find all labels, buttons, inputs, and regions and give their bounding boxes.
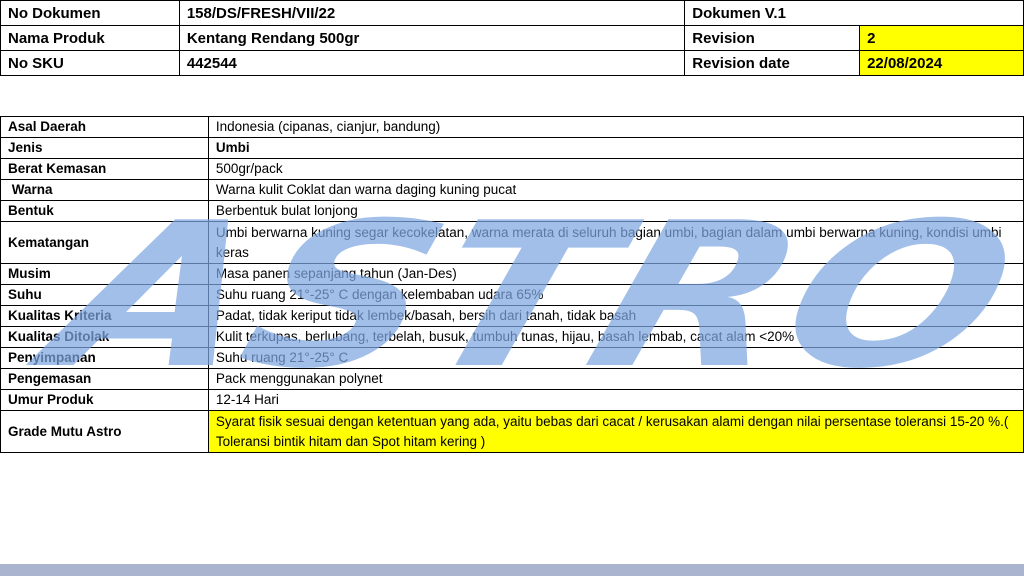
spec-value: Pack menggunakan polynet (207, 368, 1024, 390)
spec-value: Warna kulit Coklat dan warna daging kuni… (207, 179, 1024, 201)
spec-value: Suhu ruang 21°-25° C dengan kelembaban u… (207, 284, 1024, 306)
revision-date-value: 22/08/2024 (859, 50, 1024, 76)
spec-label: Penyimpanan (0, 347, 209, 369)
spec-row: Umur Produk 12-14 Hari (0, 389, 1024, 411)
spec-row: Musim Masa panen sepanjang tahun (Jan-Des… (0, 263, 1024, 285)
spec-label: Warna (0, 179, 209, 201)
bottom-bar (0, 564, 1024, 576)
spec-value: Padat, tidak keriput tidak lembek/basah,… (207, 305, 1024, 327)
spec-label: Asal Daerah (0, 116, 209, 138)
spec-label: Kematangan (0, 221, 209, 264)
spec-value: Syarat fisik sesuai dengan ketentuan yan… (207, 410, 1024, 453)
spec-row: Bentuk Berbentuk bulat lonjong (0, 200, 1024, 222)
spec-value: Kulit terkupas, berlubang, terbelah, bus… (207, 326, 1024, 348)
spec-row: Penyimpanan Suhu ruang 21°-25° C (0, 347, 1024, 369)
doc-no-value: 158/DS/FRESH/VII/22 (178, 0, 686, 26)
spec-row: Pengemasan Pack menggunakan polynet (0, 368, 1024, 390)
sku-value: 442544 (178, 50, 686, 76)
spec-value: 500gr/pack (207, 158, 1024, 180)
header-row: No SKU 442544 Revision date 22/08/2024 (0, 50, 1024, 76)
sku-label: No SKU (0, 50, 180, 76)
spec-value: Suhu ruang 21°-25° C (207, 347, 1024, 369)
doc-version: Dokumen V.1 (684, 0, 1024, 26)
product-label: Nama Produk (0, 25, 180, 51)
spec-value: Umbi (207, 137, 1024, 159)
spec-value: Umbi berwarna kuning segar kecokelatan, … (207, 221, 1024, 264)
header-row: No Dokumen 158/DS/FRESH/VII/22 Dokumen V… (0, 0, 1024, 26)
revision-value: 2 (859, 25, 1024, 51)
revision-date-label: Revision date (684, 50, 861, 76)
spec-label: Kualitas Ditolak (0, 326, 209, 348)
spec-value: Berbentuk bulat lonjong (207, 200, 1024, 222)
spec-row: Kualitas Kriteria Padat, tidak keriput ti… (0, 305, 1024, 327)
spec-value: 12-14 Hari (207, 389, 1024, 411)
spec-label: Umur Produk (0, 389, 209, 411)
spec-label: Grade Mutu Astro (0, 410, 209, 453)
spec-row: Asal Daerah Indonesia (cipanas, cianjur, … (0, 116, 1024, 138)
spec-row: Kematangan Umbi berwarna kuning segar kec… (0, 221, 1024, 264)
doc-no-label: No Dokumen (0, 0, 180, 26)
spec-label: Musim (0, 263, 209, 285)
header-row: Nama Produk Kentang Rendang 500gr Revisi… (0, 25, 1024, 51)
spec-row: Grade Mutu Astro Syarat fisik sesuai deng… (0, 410, 1024, 453)
spec-row: Warna Warna kulit Coklat dan warna daging… (0, 179, 1024, 201)
spec-value: Masa panen sepanjang tahun (Jan-Des) (207, 263, 1024, 285)
spec-row: Berat Kemasan 500gr/pack (0, 158, 1024, 180)
spec-value: Indonesia (cipanas, cianjur, bandung) (207, 116, 1024, 138)
spec-row: Kualitas Ditolak Kulit terkupas, berluban… (0, 326, 1024, 348)
document-header-table: No Dokumen 158/DS/FRESH/VII/22 Dokumen V… (0, 0, 1024, 76)
spec-label: Jenis (0, 137, 209, 159)
spec-label: Bentuk (0, 200, 209, 222)
spec-label: Suhu (0, 284, 209, 306)
spec-label: Berat Kemasan (0, 158, 209, 180)
spec-label: Kualitas Kriteria (0, 305, 209, 327)
spec-row: Suhu Suhu ruang 21°-25° C dengan kelembab… (0, 284, 1024, 306)
revision-label: Revision (684, 25, 861, 51)
spec-label: Pengemasan (0, 368, 209, 390)
product-spec-table: Asal Daerah Indonesia (cipanas, cianjur, … (0, 116, 1024, 453)
spec-row: Jenis Umbi (0, 137, 1024, 159)
product-value: Kentang Rendang 500gr (178, 25, 686, 51)
